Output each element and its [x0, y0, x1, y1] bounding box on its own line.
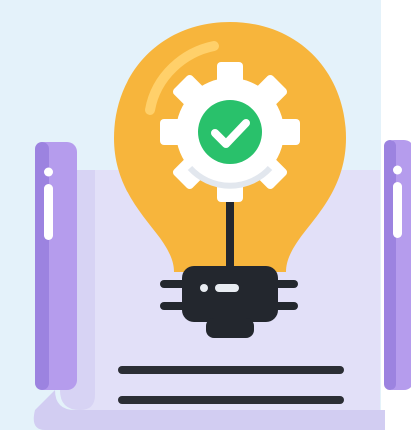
scroll-roll-right-dot	[393, 165, 402, 175]
check-badge-icon	[198, 100, 262, 164]
scroll-roll-left-shade	[35, 142, 49, 390]
scroll-roll-right-shade	[384, 140, 396, 390]
bulb-base-tip	[206, 318, 254, 338]
bulb-base-highlight	[215, 284, 239, 292]
text-line-2	[118, 396, 344, 404]
illustration-canvas	[0, 0, 411, 430]
scroll-roll-left-highlight	[44, 184, 53, 240]
bulb-base-dot	[200, 284, 208, 292]
innovation-document-illustration	[33, 22, 411, 430]
lightbulb-filament	[226, 200, 234, 272]
scroll-roll-left-dot	[44, 167, 53, 177]
scroll-roll-right-highlight	[393, 182, 402, 238]
bulb-base	[182, 266, 278, 322]
text-line-1	[118, 366, 344, 374]
